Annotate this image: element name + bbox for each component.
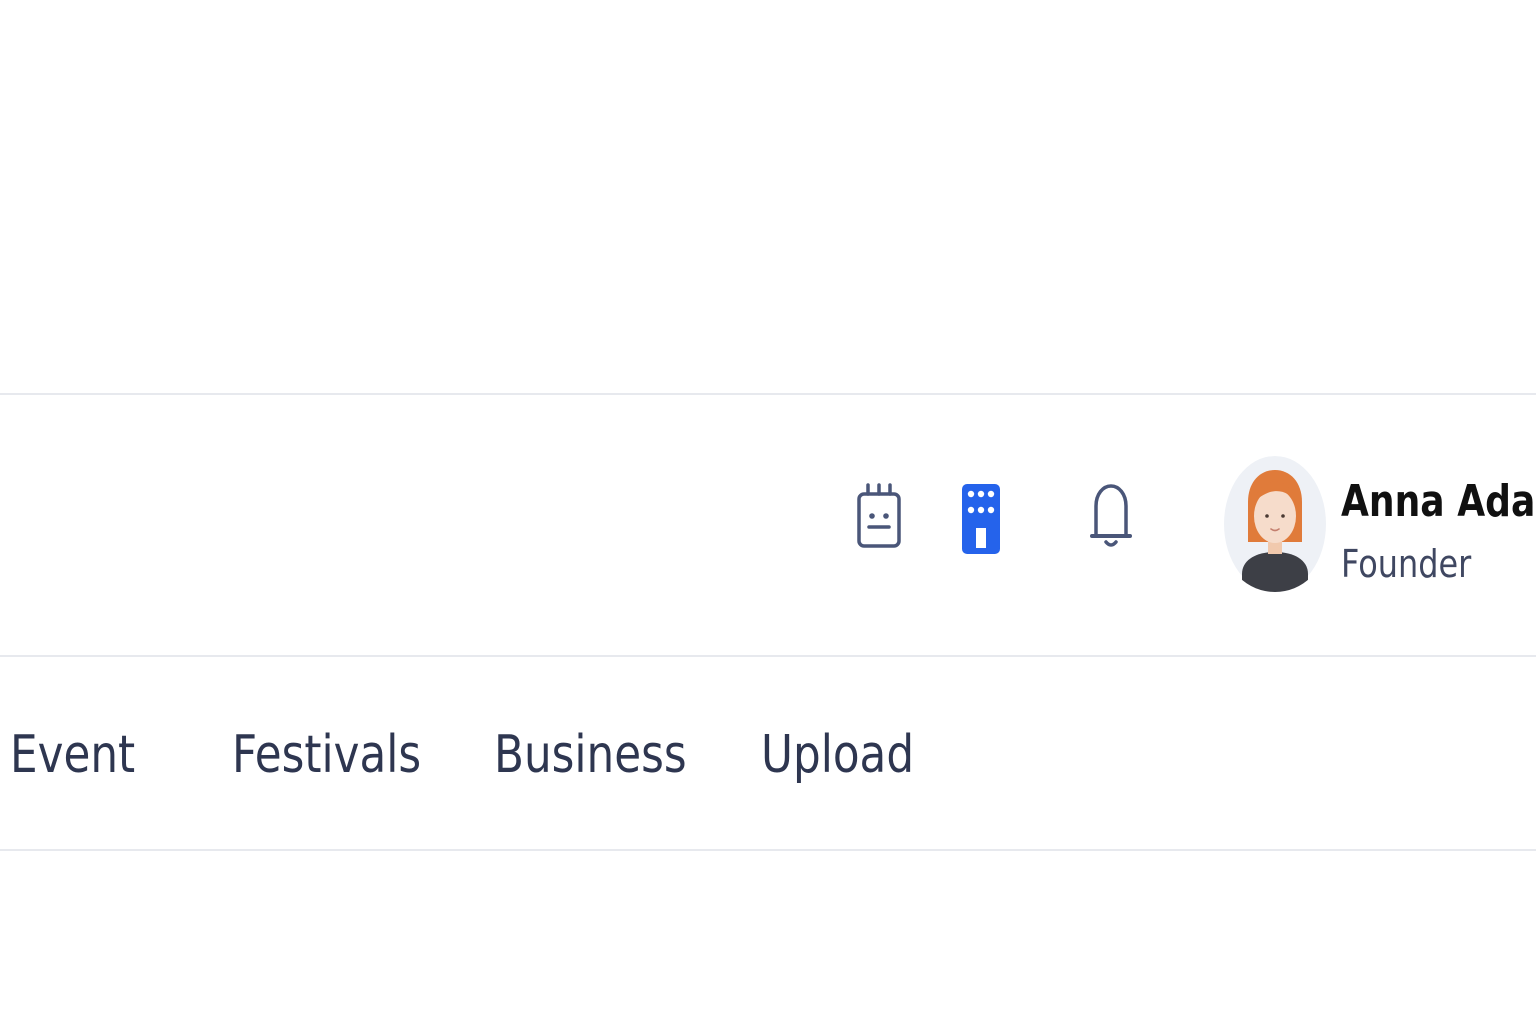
building-icon[interactable] (960, 482, 1002, 554)
header-divider (0, 655, 1536, 657)
tab-business[interactable]: Business (494, 724, 687, 786)
user-role: Founder (1341, 542, 1472, 586)
top-divider (0, 393, 1536, 395)
tab-event[interactable]: Event (10, 724, 135, 786)
user-name: Anna Adam (1341, 476, 1536, 527)
tab-festivals[interactable]: Festivals (232, 724, 421, 786)
avatar[interactable] (1224, 456, 1326, 592)
calendar-icon[interactable] (856, 482, 902, 550)
nav-divider (0, 849, 1536, 851)
page: Anna Adam Founder Event Festivals Busine… (0, 0, 1536, 1024)
tab-upload[interactable]: Upload (761, 724, 914, 786)
bell-icon[interactable] (1088, 482, 1134, 552)
